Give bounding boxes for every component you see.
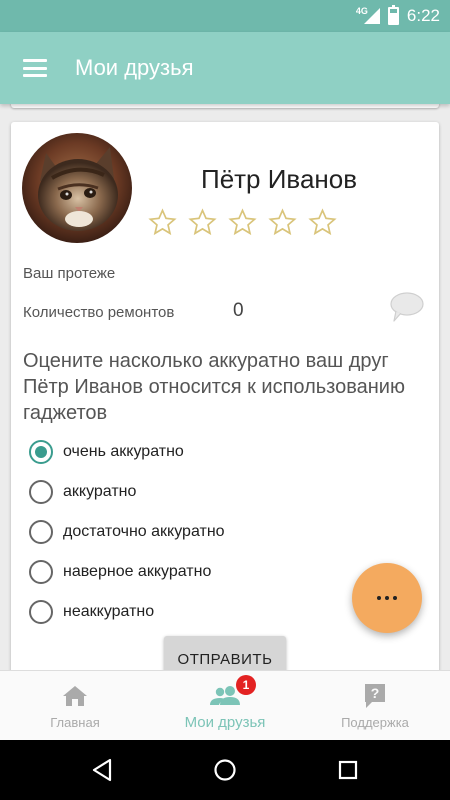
nav-label: Мои друзья <box>184 714 266 731</box>
repairs-count-value: 0 <box>233 300 244 321</box>
star-icon[interactable] <box>308 208 337 237</box>
status-bar: 4G 6:22 <box>0 0 450 32</box>
star-icon[interactable] <box>148 208 177 237</box>
radio-button[interactable] <box>29 440 53 464</box>
carefulness-options: очень аккуратно аккуратно достаточно акк… <box>29 432 225 632</box>
notification-badge: 1 <box>236 675 256 695</box>
option-label: аккуратно <box>63 483 137 500</box>
star-icon[interactable] <box>188 208 217 237</box>
nav-item-support[interactable]: ? Поддержка <box>300 671 450 740</box>
back-button[interactable] <box>87 755 117 785</box>
recents-square-icon <box>339 760 358 780</box>
avatar[interactable] <box>22 133 132 243</box>
nav-item-home[interactable]: Главная <box>0 671 150 740</box>
app-bar: Мои друзья <box>0 32 450 104</box>
home-circle-icon <box>214 759 236 781</box>
option-label: достаточно аккуратно <box>63 523 225 540</box>
previous-card-edge <box>11 104 439 108</box>
more-dots-icon <box>377 596 381 600</box>
option-careful[interactable]: аккуратно <box>29 472 225 512</box>
page-title: Мои друзья <box>75 55 194 80</box>
option-fairly-careful[interactable]: достаточно аккуратно <box>29 512 225 552</box>
friends-icon <box>210 686 240 705</box>
status-time: 6:22 <box>406 6 440 25</box>
support-icon: ? <box>365 684 385 708</box>
star-icon[interactable] <box>228 208 257 237</box>
option-careless[interactable]: неаккуратно <box>29 592 225 632</box>
recents-button[interactable] <box>333 755 363 785</box>
nav-label: Главная <box>50 715 100 730</box>
submit-button[interactable]: ОТПРАВИТЬ <box>164 636 286 670</box>
hamburger-menu-icon[interactable] <box>23 59 47 77</box>
relation-label: Ваш протеже <box>23 265 116 282</box>
chat-bubble-icon[interactable] <box>389 291 425 323</box>
back-triangle-icon <box>92 758 111 782</box>
cellular-signal-icon: 4G <box>356 6 380 26</box>
cat-photo <box>22 133 132 243</box>
more-actions-fab[interactable] <box>352 563 422 633</box>
rating-question: Оцените насколько аккуратно ваш друг Пёт… <box>23 350 405 424</box>
rating-stars[interactable] <box>148 208 337 237</box>
svg-text:?: ? <box>371 685 380 701</box>
nav-item-friends[interactable]: 1 Мои друзья <box>150 671 300 740</box>
star-icon[interactable] <box>268 208 297 237</box>
home-icon <box>63 686 87 706</box>
option-label: неаккуратно <box>63 603 155 620</box>
bottom-navigation: Главная 1 Мои друзья ? Поддержка <box>0 670 450 740</box>
nav-label: Поддержка <box>341 715 409 730</box>
option-label: очень аккуратно <box>63 443 184 460</box>
friend-name: Пётр Иванов <box>201 164 358 194</box>
system-navigation-bar <box>0 740 450 800</box>
battery-icon <box>387 5 399 25</box>
option-label: наверное аккуратно <box>63 563 212 580</box>
radio-button[interactable] <box>29 600 53 624</box>
option-very-careful[interactable]: очень аккуратно <box>29 432 225 472</box>
radio-button[interactable] <box>29 520 53 544</box>
radio-button[interactable] <box>29 560 53 584</box>
option-probably-careful[interactable]: наверное аккуратно <box>29 552 225 592</box>
home-button[interactable] <box>210 755 240 785</box>
repairs-count-label: Количество ремонтов <box>23 304 175 321</box>
radio-button[interactable] <box>29 480 53 504</box>
